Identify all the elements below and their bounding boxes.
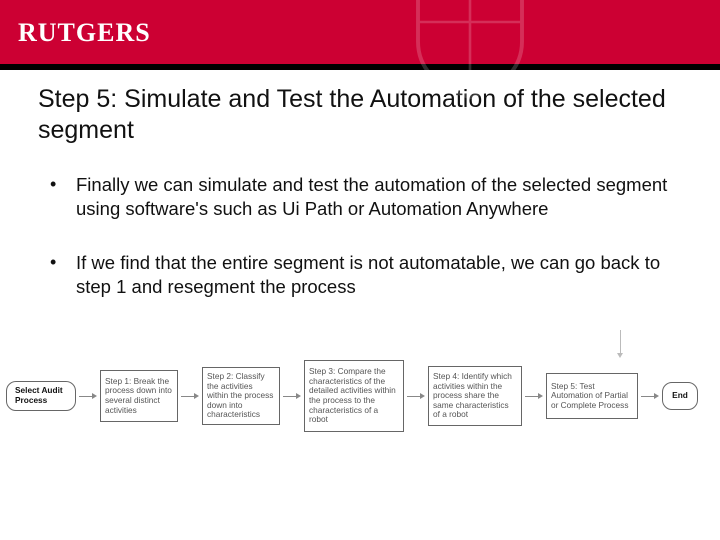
arrow-right-icon: [283, 391, 301, 401]
process-flow: Select Audit Process Step 1: Break the p…: [0, 360, 720, 432]
brand-logo: RUTGERS: [18, 18, 151, 48]
flow-end: End: [662, 382, 698, 410]
brand-header: RUTGERS: [0, 0, 720, 70]
arrow-right-icon: [641, 391, 659, 401]
arrow-right-icon: [407, 391, 425, 401]
flow-step: Step 3: Compare the characteristics of t…: [304, 360, 404, 432]
bullet-item: If we find that the entire segment is no…: [46, 251, 682, 299]
bullet-item: Finally we can simulate and test the aut…: [46, 173, 682, 221]
arrow-down-icon: [615, 330, 625, 358]
bullet-list: Finally we can simulate and test the aut…: [38, 173, 682, 299]
arrow-right-icon: [181, 391, 199, 401]
arrow-right-icon: [79, 391, 97, 401]
flow-start: Select Audit Process: [6, 381, 76, 410]
flow-step: Step 5: Test Automation of Partial or Co…: [546, 373, 638, 419]
slide-title: Step 5: Simulate and Test the Automation…: [38, 84, 682, 147]
flow-step: Step 2: Classify the activities within t…: [202, 367, 280, 425]
arrow-right-icon: [525, 391, 543, 401]
slide-content: Step 5: Simulate and Test the Automation…: [0, 70, 720, 299]
flow-step: Step 1: Break the process down into seve…: [100, 370, 178, 422]
flow-step: Step 4: Identify which activities within…: [428, 366, 522, 426]
